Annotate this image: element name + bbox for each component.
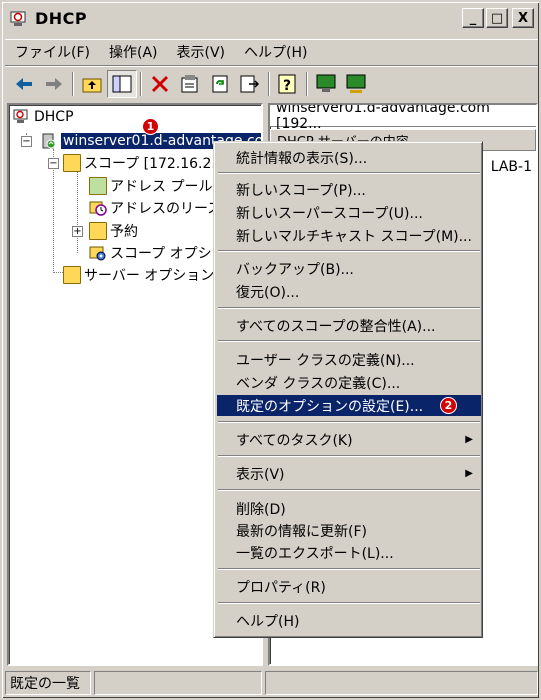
tree-label-reservations: 予約 [110, 224, 138, 240]
menu-separator [218, 307, 480, 309]
details-header: winserver01.d-advantage.com [192... [270, 105, 536, 132]
menu-item-all-tasks[interactable]: すべてのタスク(K) ▶ [217, 429, 481, 450]
collapse-scope-icon[interactable]: − [48, 158, 59, 169]
monitor-icon[interactable] [311, 70, 341, 98]
menu-item-delete[interactable]: 削除(D) [217, 498, 481, 519]
tree-label-address-leases: アドレスのリース [110, 201, 222, 217]
tree-item-address-pool[interactable]: アドレス プール [89, 176, 212, 196]
forward-arrow-icon[interactable] [39, 70, 69, 98]
toolbar-separator [140, 71, 142, 96]
menu-item-refresh[interactable]: 最新の情報に更新(F) [217, 520, 481, 541]
menu-separator [218, 172, 480, 174]
menu-item-new-superscope[interactable]: 新しいスーパースコープ(U)... [217, 202, 481, 223]
menu-separator [218, 602, 480, 604]
address-pool-icon [89, 177, 107, 195]
export-icon[interactable] [235, 70, 265, 98]
menu-view[interactable]: 表示(V) [167, 42, 235, 62]
menu-separator [218, 250, 480, 252]
back-arrow-icon[interactable] [9, 70, 39, 98]
tree-label-dhcp: DHCP [34, 109, 74, 125]
status-panel-empty [94, 671, 262, 695]
address-leases-icon [89, 199, 107, 217]
list-item[interactable]: LAB-1 [491, 159, 532, 175]
reservations-folder-icon [89, 222, 107, 240]
toolbar-separator [306, 71, 308, 96]
menu-item-label: 既定のオプションの設定(E)... [236, 398, 424, 415]
tree-label-address-pool: アドレス プール [110, 179, 213, 195]
up-folder-icon[interactable] [77, 70, 107, 98]
show-hide-tree-icon[interactable] [107, 69, 137, 98]
status-bar: 既定の一覧 [5, 671, 538, 697]
menu-item-help[interactable]: ヘルプ(H) [217, 610, 481, 631]
minimize-button[interactable]: _ [462, 8, 484, 28]
menu-item-label: 表示(V) [236, 466, 285, 483]
menu-item-new-multicast-scope[interactable]: 新しいマルチキャスト スコープ(M)... [217, 225, 481, 246]
tree-item-reservations[interactable]: 予約 [89, 221, 138, 241]
close-button[interactable]: X [512, 8, 534, 28]
status-panel-empty [265, 671, 538, 695]
menu-item-export-list[interactable]: 一覧のエクスポート(L)... [217, 542, 481, 563]
menu-item-reconcile-all-scopes[interactable]: すべてのスコープの整合性(A)... [217, 315, 481, 336]
context-menu: 統計情報の表示(S)... 新しいスコープ(P)... 新しいスーパースコープ(… [213, 141, 483, 638]
menu-separator [218, 421, 480, 423]
tree-item-address-leases[interactable]: アドレスのリース [89, 198, 221, 218]
menu-help[interactable]: ヘルプ(H) [234, 42, 316, 62]
delete-icon[interactable] [145, 70, 175, 98]
tree-item-scope-options[interactable]: スコープ オプシ [89, 243, 212, 263]
dhcp-root-icon [13, 108, 31, 126]
refresh-icon[interactable] [205, 70, 235, 98]
tree-item-server-options[interactable]: サーバー オプション [63, 265, 214, 285]
menu-separator [218, 568, 480, 570]
expand-reservations-icon[interactable]: + [72, 226, 83, 237]
menu-item-label: すべてのタスク(K) [236, 432, 353, 449]
tree-label-scope: スコープ [172.16.2. [84, 156, 216, 172]
menu-item-define-user-classes[interactable]: ユーザー クラスの定義(N)... [217, 349, 481, 370]
window-title: DHCP [35, 9, 88, 28]
server-icon [40, 132, 58, 150]
annotation-badge-1: 1 [142, 118, 159, 135]
tree-item-dhcp-root[interactable]: DHCP [13, 107, 74, 127]
server-options-icon [63, 266, 81, 284]
menu-item-show-statistics[interactable]: 統計情報の表示(S)... [217, 147, 481, 168]
dhcp-app-icon [9, 9, 29, 29]
menu-item-backup[interactable]: バックアップ(B)... [217, 258, 481, 279]
menu-separator [218, 340, 480, 342]
menu-item-view[interactable]: 表示(V) ▶ [217, 463, 481, 484]
toolbar-separator [72, 71, 74, 96]
collapse-server-icon[interactable]: − [21, 136, 32, 147]
tree-item-scope[interactable]: スコープ [172.16.2. [63, 153, 216, 173]
tree-label-scope-options: スコープ オプシ [110, 246, 212, 262]
help-icon[interactable]: ? [273, 70, 303, 98]
dhcp-window: DHCP _ □ X ファイル(F) 操作(A) 表示(V) ヘルプ(H) ? … [0, 0, 541, 700]
properties-icon[interactable] [175, 70, 205, 98]
menu-action[interactable]: 操作(A) [99, 42, 167, 62]
menu-item-properties[interactable]: プロパティ(R) [217, 576, 481, 597]
maximize-button[interactable]: □ [486, 8, 508, 28]
toolbar-separator [268, 71, 270, 96]
menu-item-new-scope[interactable]: 新しいスコープ(P)... [217, 179, 481, 200]
submenu-arrow-icon: ▶ [465, 468, 473, 479]
submenu-arrow-icon: ▶ [465, 434, 473, 445]
title-bar[interactable]: DHCP _ □ X [5, 5, 538, 32]
status-text: 既定の一覧 [5, 671, 91, 695]
menu-separator [218, 489, 480, 491]
monitor-network-icon[interactable] [341, 70, 371, 98]
menu-separator [218, 455, 480, 457]
menu-file[interactable]: ファイル(F) [5, 42, 99, 62]
menu-bar: ファイル(F) 操作(A) 表示(V) ヘルプ(H) [5, 39, 538, 63]
toolbar: ? [5, 65, 538, 101]
menu-item-define-vendor-classes[interactable]: ベンダ クラスの定義(C)... [217, 372, 481, 393]
annotation-badge-2: 2 [440, 397, 457, 414]
menu-item-restore[interactable]: 復元(O)... [217, 281, 481, 302]
scope-options-icon [89, 244, 107, 262]
folder-icon [63, 154, 81, 172]
svg-text:?: ? [283, 78, 291, 94]
tree-line [77, 171, 78, 253]
tree-label-server-options: サーバー オプション [84, 268, 215, 284]
